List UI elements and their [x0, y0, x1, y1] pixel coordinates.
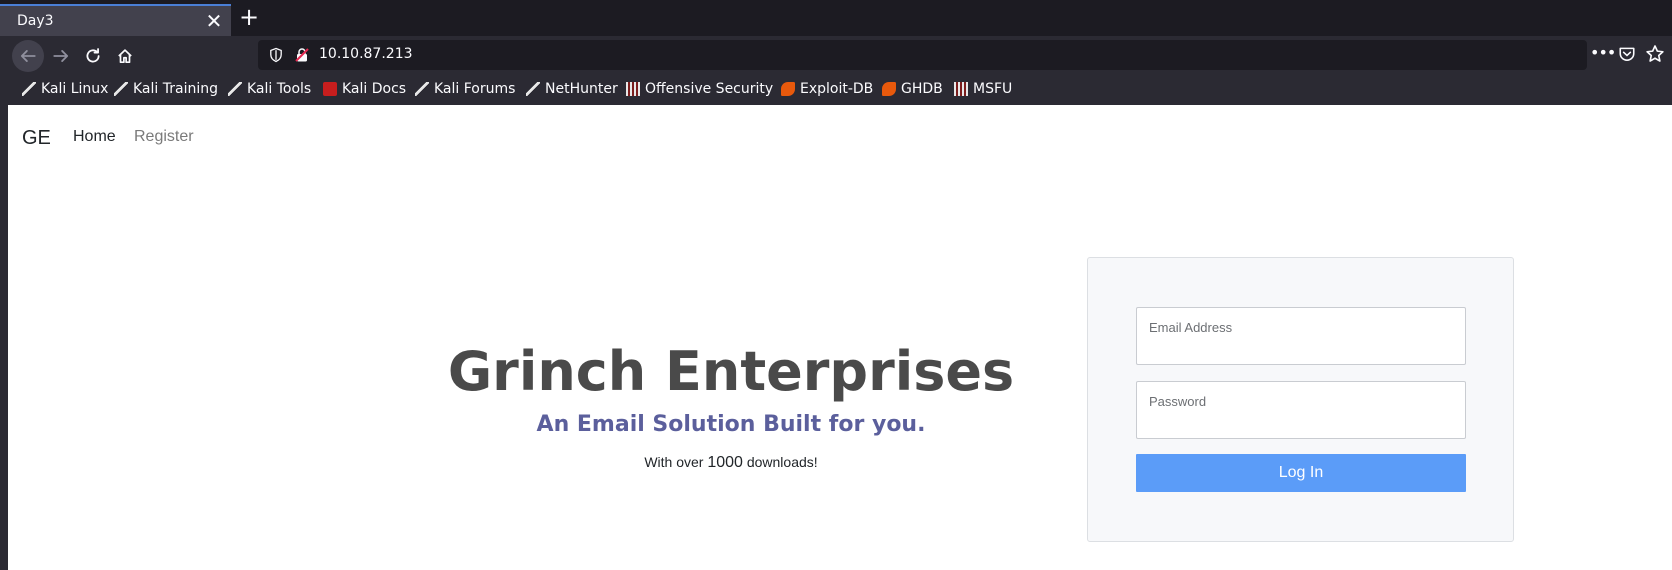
kali-dragon-icon [228, 82, 242, 96]
forward-button[interactable] [45, 40, 77, 72]
bookmark-star-icon[interactable] [1645, 44, 1665, 64]
nav-link-home[interactable]: Home [73, 128, 116, 146]
kali-dragon-icon [526, 82, 540, 96]
site-brand[interactable]: GE [22, 127, 51, 150]
bookmark-msfu[interactable]: MSFU [954, 79, 1012, 99]
bookmark-kali-docs[interactable]: Kali Docs [323, 79, 406, 99]
email-field[interactable] [1137, 308, 1465, 364]
bookmark-label: MSFU [973, 81, 1013, 97]
bookmark-label: Kali Training [133, 81, 218, 97]
email-field-box [1136, 307, 1466, 365]
offsec-icon [954, 82, 968, 96]
reload-icon [86, 48, 100, 63]
page-actions-menu-icon[interactable]: ••• [1590, 44, 1616, 64]
browser-chrome: Day3 ✕ + 10.10.87.213 ••• Kali Linux Kal… [0, 0, 1672, 105]
nav-link-register[interactable]: Register [134, 128, 194, 146]
hero-title: Grinch Enterprises [447, 340, 1015, 403]
login-form: Log In [1087, 257, 1514, 542]
bookmark-kali-linux[interactable]: Kali Linux [22, 79, 108, 99]
password-field-box [1136, 381, 1466, 439]
bookmark-kali-tools[interactable]: Kali Tools [228, 79, 311, 99]
arrow-right-icon [53, 50, 69, 62]
back-button[interactable] [12, 40, 44, 72]
hero-subtitle: An Email Solution Built for you. [536, 412, 926, 437]
exploit-db-icon [882, 82, 896, 96]
tagline-prefix: With over [644, 454, 708, 470]
home-button[interactable] [109, 40, 141, 72]
bookmark-label: Kali Linux [41, 81, 109, 97]
bookmark-label: Offensive Security [645, 81, 774, 97]
navigation-toolbar: 10.10.87.213 ••• [0, 36, 1672, 74]
tab-title: Day3 [17, 13, 54, 29]
bookmark-ghdb[interactable]: GHDB [882, 79, 943, 99]
password-field[interactable] [1137, 382, 1465, 438]
bookmark-nethunter[interactable]: NetHunter [526, 79, 618, 99]
site-navbar: GE Home Register [22, 123, 194, 153]
bookmark-label: Kali Forums [434, 81, 516, 97]
bookmark-label: NetHunter [545, 81, 618, 97]
arrow-left-icon [20, 50, 36, 62]
web-page: GE Home Register Grinch Enterprises An E… [0, 105, 1672, 570]
bookmarks-toolbar: Kali Linux Kali Training Kali Tools Kali… [0, 74, 1672, 105]
hero-tagline: With over 1000 downloads! [420, 454, 1042, 472]
bookmark-offensive-security[interactable]: Offensive Security [626, 79, 773, 99]
bookmark-kali-training[interactable]: Kali Training [114, 79, 218, 99]
tagline-suffix: downloads! [742, 454, 818, 470]
tracking-shield-icon[interactable] [268, 47, 284, 63]
home-icon [118, 49, 132, 64]
bookmark-label: GHDB [901, 81, 943, 97]
kali-dragon-icon [415, 82, 429, 96]
tab-close-icon[interactable]: ✕ [204, 11, 224, 31]
kali-dragon-icon [114, 82, 128, 96]
kali-dragon-icon [22, 82, 36, 96]
download-count: 1000 [707, 454, 743, 471]
insecure-lock-icon[interactable] [294, 47, 310, 63]
bookmark-exploit-db[interactable]: Exploit-DB [781, 79, 873, 99]
new-tab-button[interactable]: + [238, 5, 260, 29]
reload-button[interactable] [77, 40, 109, 72]
login-button[interactable]: Log In [1136, 454, 1466, 492]
address-bar[interactable]: 10.10.87.213 [258, 40, 1587, 70]
offsec-icon [626, 82, 640, 96]
bookmark-label: Kali Tools [247, 81, 312, 97]
bookmark-label: Kali Docs [342, 81, 407, 97]
pocket-icon[interactable] [1618, 45, 1636, 63]
hero-section: Grinch Enterprises An Email Solution Bui… [420, 342, 1042, 472]
bookmark-kali-forums[interactable]: Kali Forums [415, 79, 515, 99]
browser-tab-active[interactable]: Day3 ✕ [0, 4, 231, 36]
bookmark-label: Exploit-DB [800, 81, 874, 97]
window-left-edge [0, 105, 8, 570]
tab-strip: Day3 ✕ + [0, 0, 1672, 36]
kali-docs-icon [323, 82, 337, 96]
exploit-db-icon [781, 82, 795, 96]
url-text[interactable]: 10.10.87.213 [319, 46, 413, 62]
